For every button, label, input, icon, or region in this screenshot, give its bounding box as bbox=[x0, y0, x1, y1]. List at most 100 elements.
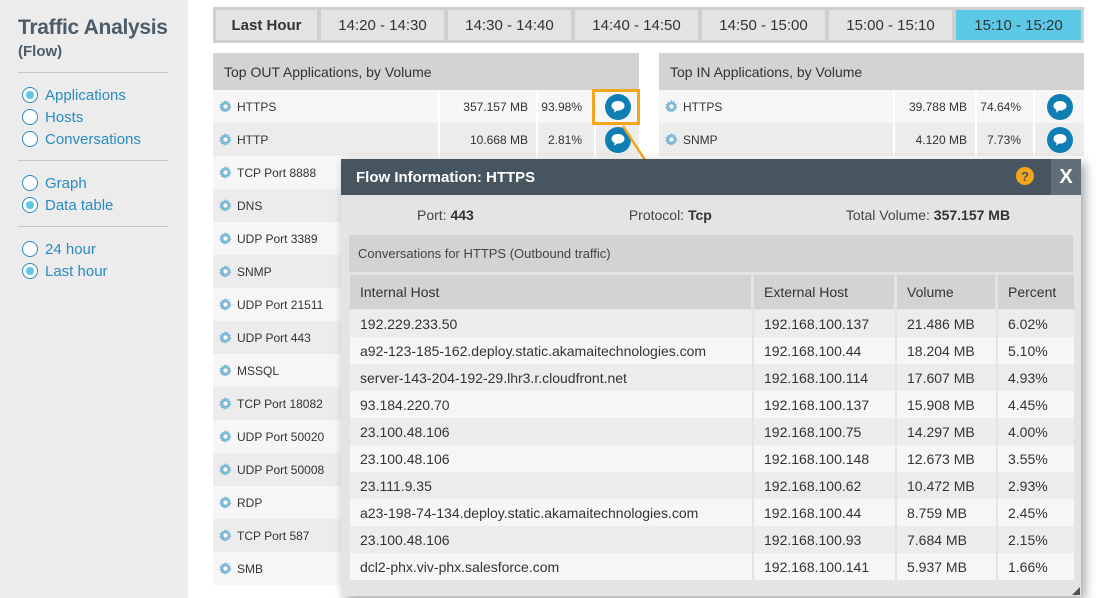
volume-cell: 8.759 MB bbox=[897, 499, 998, 526]
internal-host-cell: 23.100.48.106 bbox=[350, 526, 754, 553]
radio-option-conversations[interactable]: Conversations bbox=[18, 128, 170, 150]
application-row[interactable]: SNMP 4.120 MB 7.73% bbox=[659, 123, 1084, 156]
page-subtitle: (Flow) bbox=[18, 43, 63, 60]
help-icon[interactable]: ? bbox=[1016, 167, 1034, 185]
external-host-cell: 192.168.100.141 bbox=[754, 553, 897, 580]
radio-button[interactable] bbox=[22, 175, 38, 191]
application-name[interactable]: HTTPS bbox=[683, 100, 722, 114]
radio-label[interactable]: Last hour bbox=[45, 263, 108, 280]
radio-button[interactable] bbox=[22, 109, 38, 125]
time-tab[interactable]: 15:10 - 15:20 bbox=[956, 10, 1081, 40]
application-name-cell: HTTP bbox=[213, 123, 438, 156]
flow-info-button[interactable] bbox=[604, 126, 631, 153]
table-row[interactable]: 23.100.48.106 192.168.100.75 14.297 MB 4.00… bbox=[350, 418, 1074, 445]
table-row[interactable]: 192.229.233.50 192.168.100.137 21.486 MB 6.… bbox=[350, 310, 1074, 337]
application-name[interactable]: DNS bbox=[237, 199, 262, 213]
internal-host-cell: server-143-204-192-29.lhr3.r.cloudfront.… bbox=[350, 364, 754, 391]
radio-button[interactable] bbox=[22, 263, 38, 279]
protocol-value: Tcp bbox=[687, 207, 712, 223]
radio-option-data-table[interactable]: Data table bbox=[18, 194, 170, 216]
column-header-internal-host[interactable]: Internal Host bbox=[350, 272, 754, 310]
application-name[interactable]: RDP bbox=[237, 496, 262, 510]
radio-button[interactable] bbox=[22, 197, 38, 213]
port-value: 443 bbox=[450, 207, 474, 223]
time-tab[interactable]: 15:00 - 15:10 bbox=[829, 10, 952, 40]
table-row[interactable]: 23.100.48.106 192.168.100.93 7.684 MB 2.15% bbox=[350, 526, 1074, 553]
action-cell bbox=[1033, 123, 1084, 156]
application-row[interactable]: HTTP 10.668 MB 2.81% bbox=[213, 123, 639, 156]
application-name[interactable]: SNMP bbox=[683, 133, 718, 147]
radio-label[interactable]: Conversations bbox=[45, 131, 141, 148]
table-row[interactable]: 93.184.220.70 192.168.100.137 15.908 MB 4.4… bbox=[350, 391, 1074, 418]
gear-icon bbox=[219, 199, 232, 212]
gear-icon bbox=[219, 496, 232, 509]
radio-label[interactable]: Data table bbox=[45, 197, 113, 214]
time-tab[interactable]: 14:30 - 14:40 bbox=[448, 10, 571, 40]
flow-info-button[interactable] bbox=[1046, 93, 1073, 120]
radio-label[interactable]: Graph bbox=[45, 175, 87, 192]
radio-option-24-hour[interactable]: 24 hour bbox=[18, 238, 170, 260]
radio-label[interactable]: Applications bbox=[45, 87, 126, 104]
table-row[interactable]: a23-198-74-134.deploy.static.akamaitechn… bbox=[350, 499, 1074, 526]
radio-option-applications[interactable]: Applications bbox=[18, 84, 170, 106]
external-host-cell: 192.168.100.137 bbox=[754, 310, 897, 337]
table-row[interactable]: server-143-204-192-29.lhr3.r.cloudfront.… bbox=[350, 364, 1074, 391]
radio-label[interactable]: 24 hour bbox=[45, 241, 96, 258]
radio-label[interactable]: Hosts bbox=[45, 109, 83, 126]
percent-cell: 74.64% bbox=[975, 90, 1033, 123]
table-row[interactable]: a92-123-185-162.deploy.static.akamaitech… bbox=[350, 337, 1074, 364]
application-name[interactable]: HTTPS bbox=[237, 100, 276, 114]
percent-value: 93.98% bbox=[541, 99, 582, 114]
application-row[interactable]: HTTPS 39.788 MB 74.64% bbox=[659, 90, 1084, 123]
percent-value: 74.64% bbox=[980, 99, 1021, 114]
flow-info-button[interactable] bbox=[604, 93, 631, 120]
total-volume-info: Total Volume: 357.157 MB bbox=[845, 207, 1011, 223]
radio-option-hosts[interactable]: Hosts bbox=[18, 106, 170, 128]
external-host-cell: 192.168.100.75 bbox=[754, 418, 897, 445]
application-name[interactable]: TCP Port 587 bbox=[237, 529, 309, 543]
column-header-percent[interactable]: Percent bbox=[998, 272, 1074, 310]
radio-button[interactable] bbox=[22, 241, 38, 257]
table-row[interactable]: 23.100.48.106 192.168.100.148 12.673 MB 3.5… bbox=[350, 445, 1074, 472]
action-cell bbox=[594, 90, 639, 123]
time-tab[interactable]: 14:40 - 14:50 bbox=[575, 10, 698, 40]
application-name[interactable]: UDP Port 50008 bbox=[237, 463, 324, 477]
radio-button[interactable] bbox=[22, 131, 38, 147]
radio-option-last-hour[interactable]: Last hour bbox=[18, 260, 170, 282]
application-name[interactable]: TCP Port 8888 bbox=[237, 166, 316, 180]
flow-info-button[interactable] bbox=[1046, 126, 1073, 153]
application-name[interactable]: UDP Port 3389 bbox=[237, 232, 318, 246]
percent-cell: 7.73% bbox=[975, 123, 1033, 156]
comment-icon bbox=[611, 133, 624, 146]
resize-handle[interactable] bbox=[1072, 587, 1080, 595]
time-tab[interactable]: 14:50 - 15:00 bbox=[702, 10, 825, 40]
time-tab[interactable]: Last Hour bbox=[216, 10, 317, 40]
application-name[interactable]: SMB bbox=[237, 562, 263, 576]
radio-button[interactable] bbox=[22, 87, 38, 103]
table-row[interactable]: dcl2-phx.viv-phx.salesforce.com 192.168.1… bbox=[350, 553, 1074, 580]
comment-icon bbox=[1053, 133, 1066, 146]
application-name[interactable]: UDP Port 443 bbox=[237, 331, 311, 345]
application-name[interactable]: UDP Port 50020 bbox=[237, 430, 324, 444]
percent-cell: 93.98% bbox=[536, 90, 594, 123]
application-name[interactable]: HTTP bbox=[237, 133, 268, 147]
application-row[interactable]: HTTPS 357.157 MB 93.98% bbox=[213, 90, 639, 123]
radio-option-graph[interactable]: Graph bbox=[18, 172, 170, 194]
volume-cell: 10.472 MB bbox=[897, 472, 998, 499]
action-cell bbox=[594, 123, 639, 156]
page-title: Traffic Analysis bbox=[18, 16, 168, 39]
table-row[interactable]: 23.111.9.35 192.168.100.62 10.472 MB 2.93% bbox=[350, 472, 1074, 499]
gear-icon bbox=[219, 397, 232, 410]
application-name[interactable]: TCP Port 18082 bbox=[237, 397, 323, 411]
gear-icon bbox=[219, 463, 232, 476]
application-name[interactable]: UDP Port 21511 bbox=[237, 298, 323, 312]
column-header-volume[interactable]: Volume bbox=[897, 272, 998, 310]
application-name[interactable]: MSSQL bbox=[237, 364, 279, 378]
external-host-cell: 192.168.100.137 bbox=[754, 391, 897, 418]
application-name[interactable]: SNMP bbox=[237, 265, 272, 279]
internal-host-cell: 93.184.220.70 bbox=[350, 391, 754, 418]
close-button[interactable]: X bbox=[1051, 159, 1081, 195]
column-header-external-host[interactable]: External Host bbox=[754, 272, 897, 310]
total-volume-value: 357.157 MB bbox=[933, 207, 1011, 223]
time-tab[interactable]: 14:20 - 14:30 bbox=[321, 10, 444, 40]
